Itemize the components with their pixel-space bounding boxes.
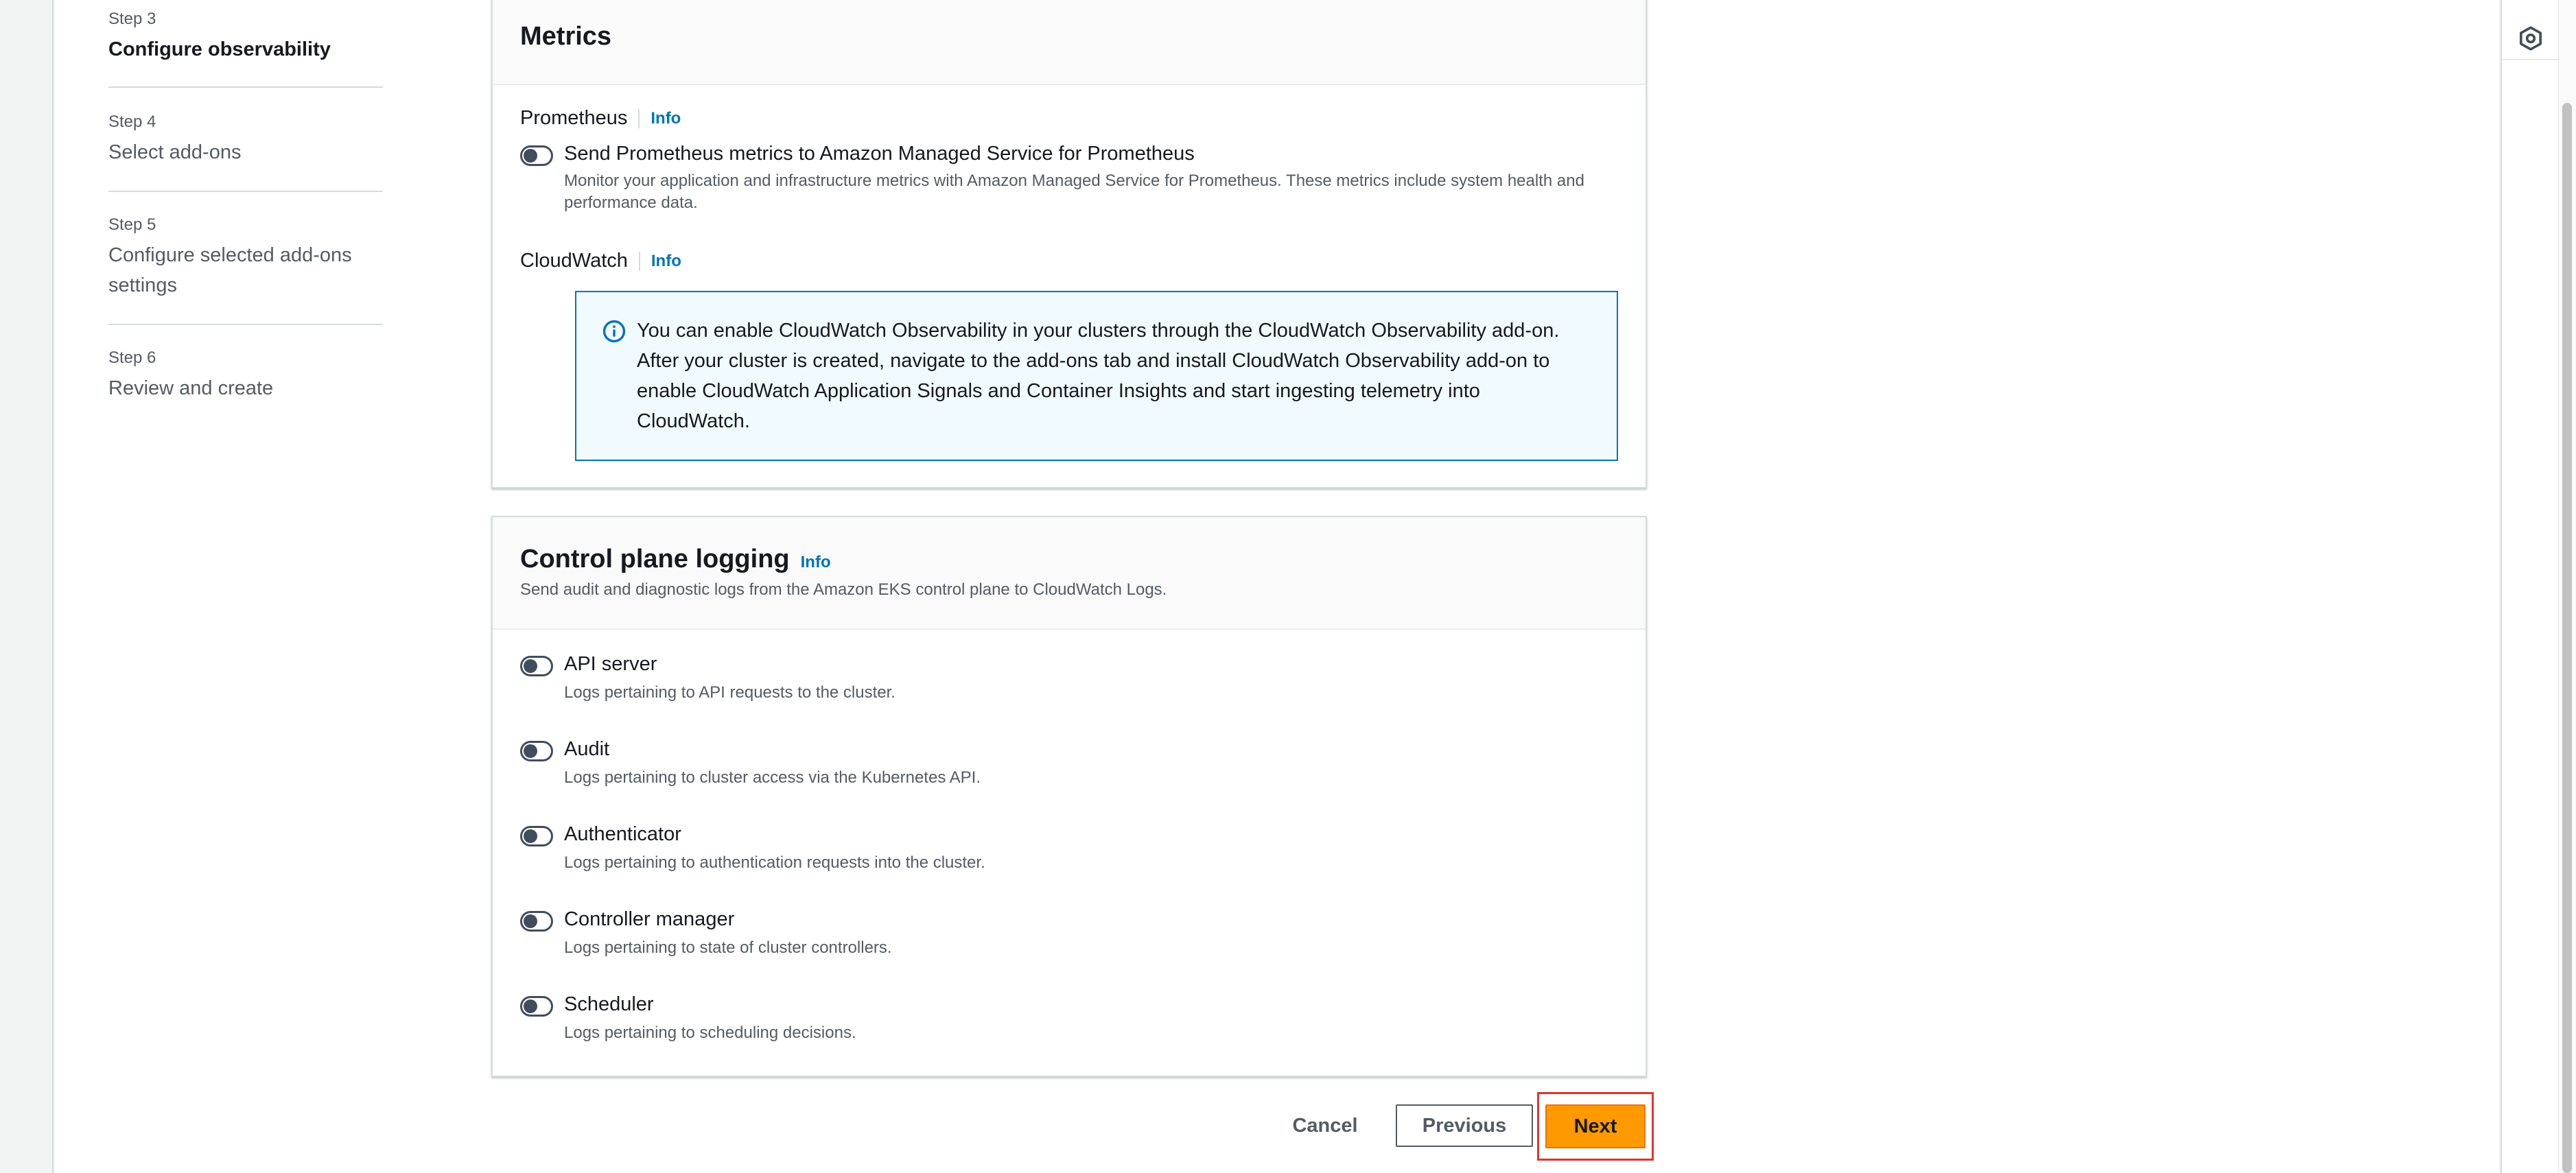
prometheus-info-link[interactable]: Info	[638, 108, 681, 128]
audit-description: Logs pertaining to cluster access via th…	[564, 768, 981, 787]
controller-manager-description: Logs pertaining to state of cluster cont…	[564, 938, 892, 957]
hexagon-settings-icon[interactable]	[2517, 25, 2544, 52]
step-6-number: Step 6	[108, 348, 156, 367]
step-6-link[interactable]: Review and create	[108, 373, 273, 403]
logging-info-link[interactable]: Info	[801, 553, 831, 572]
authenticator-label: Authenticator	[564, 823, 681, 845]
logging-description: Send audit and diagnostic logs from the …	[520, 580, 1167, 599]
authenticator-description: Logs pertaining to authentication reques…	[564, 853, 985, 872]
step-divider	[108, 191, 383, 192]
left-gutter	[0, 0, 54, 1173]
metrics-title: Metrics	[520, 22, 612, 51]
controller-manager-label: Controller manager	[564, 908, 735, 930]
audit-toggle[interactable]	[520, 741, 553, 761]
scheduler-toggle[interactable]	[520, 996, 553, 1017]
previous-button[interactable]: Previous	[1396, 1104, 1533, 1147]
step-3-name: Configure observability	[108, 38, 331, 60]
prometheus-label-row: Prometheus Info	[520, 107, 681, 130]
step-divider	[108, 324, 383, 325]
api-server-description: Logs pertaining to API requests to the c…	[564, 683, 895, 702]
prometheus-toggle-label: Send Prometheus metrics to Amazon Manage…	[564, 143, 1195, 165]
scheduler-label: Scheduler	[564, 993, 654, 1015]
api-server-label: API server	[564, 653, 657, 675]
logging-title: Control plane logging	[520, 545, 790, 573]
cloudwatch-info-link[interactable]: Info	[638, 251, 681, 271]
prometheus-toggle-description: Monitor your application and infrastruct…	[564, 171, 1584, 212]
cancel-button[interactable]: Cancel	[1274, 1106, 1377, 1145]
step-divider	[108, 86, 383, 88]
cloudwatch-label-row: CloudWatch Info	[520, 250, 681, 272]
control-plane-logging-container: Control plane logging Info Send audit an…	[491, 516, 1647, 1077]
step-3-number: Step 3	[108, 10, 156, 28]
step-5-link[interactable]: Configure selected add-ons settings	[108, 240, 383, 300]
info-icon	[602, 320, 626, 343]
step-4-number: Step 4	[108, 112, 156, 131]
right-tools-rail	[2501, 0, 2560, 1173]
main-content: Step 3 Configure observability Step 4 Se…	[55, 0, 2499, 1173]
scheduler-description: Logs pertaining to scheduling decisions.	[564, 1023, 856, 1042]
audit-label: Audit	[564, 738, 610, 760]
prometheus-toggle[interactable]	[520, 145, 553, 166]
cloudwatch-info-alert: You can enable CloudWatch Observability …	[575, 291, 1618, 461]
prometheus-label: Prometheus	[520, 107, 628, 129]
step-4-link[interactable]: Select add-ons	[108, 137, 241, 167]
api-server-toggle[interactable]	[520, 656, 553, 676]
authenticator-toggle[interactable]	[520, 826, 553, 846]
cloudwatch-alert-text: You can enable CloudWatch Observability …	[637, 320, 1560, 432]
next-button[interactable]: Next	[1545, 1104, 1646, 1148]
scrollbar-thumb[interactable]	[2562, 103, 2572, 1173]
controller-manager-toggle[interactable]	[520, 911, 553, 932]
logging-header: Control plane logging Info Send audit an…	[493, 517, 1646, 630]
step-5-number: Step 5	[108, 215, 156, 234]
metrics-header: Metrics	[493, 0, 1646, 85]
cloudwatch-label: CloudWatch	[520, 250, 628, 272]
logging-title-row: Control plane logging Info	[520, 545, 831, 574]
